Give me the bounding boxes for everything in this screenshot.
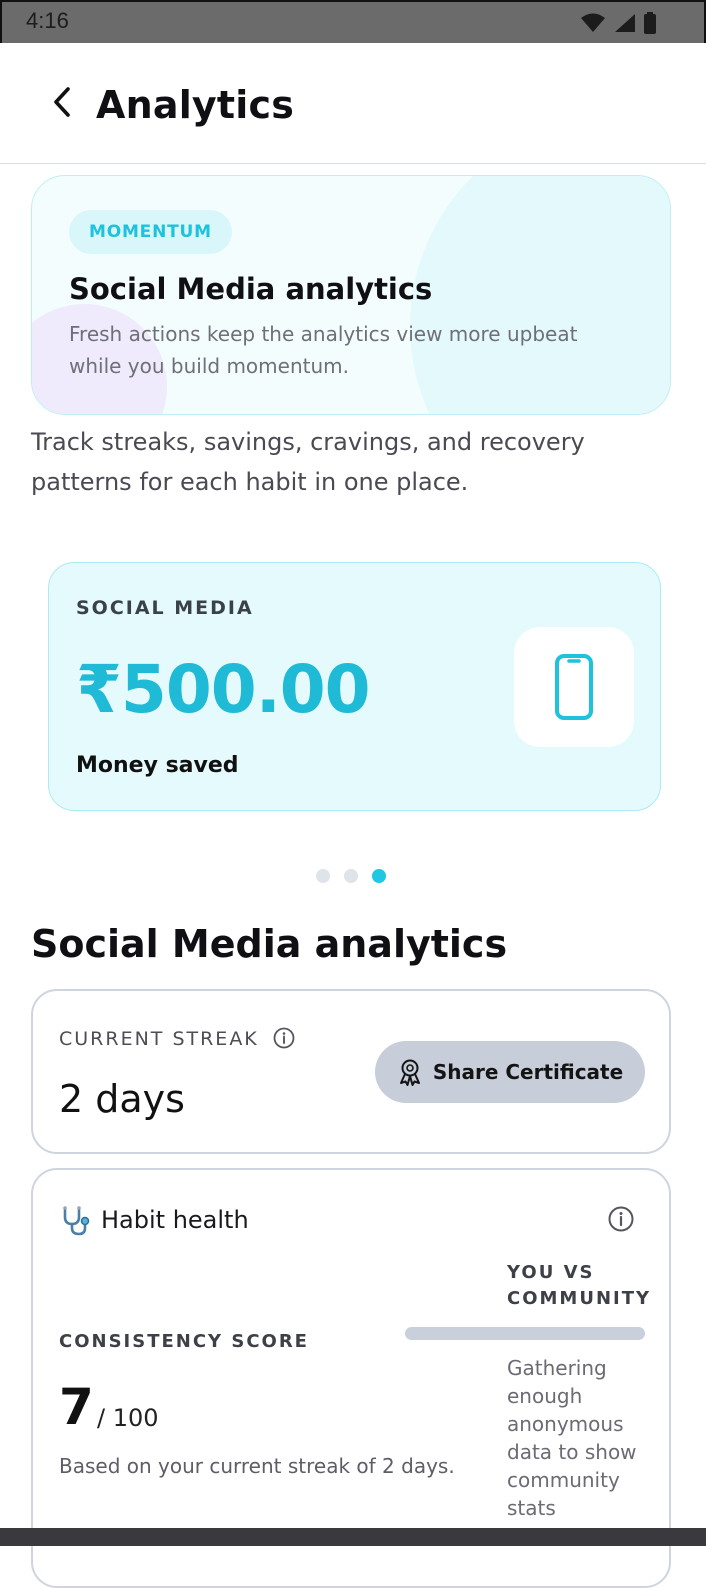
money-saved-card[interactable]: SOCIAL MEDIA ₹500.00 Money saved [48,562,661,811]
info-icon [273,1027,295,1049]
community-comparison-bar [405,1327,645,1340]
money-saved-caption: Money saved [76,753,239,778]
app-bar: Analytics [0,43,706,164]
stethoscope-icon [59,1204,93,1242]
carousel-dot-2[interactable] [344,869,358,883]
cell-signal-icon [615,14,635,32]
habit-icon-box [514,627,634,747]
momentum-hero-card: MOMENTUM Social Media analytics Fresh ac… [31,175,671,415]
money-saved-amount: ₹500.00 [76,651,371,728]
intro-text: Track streaks, savings, cravings, and re… [31,428,585,496]
back-button[interactable] [44,83,80,123]
consistency-score-max: / 100 [97,1404,159,1432]
current-streak-card: CURRENT STREAK 2 days Share Certificate [31,989,671,1154]
award-ribbon-icon [399,1059,420,1086]
hero-description: Fresh actions keep the analytics view mo… [69,322,578,378]
section-title: Social Media analytics [31,922,508,966]
streak-info-button[interactable] [273,1027,295,1053]
status-time: 4:16 [26,8,69,33]
share-certificate-button[interactable]: Share Certificate [375,1041,645,1103]
habit-health-card: Habit health YOU VS COMMUNITY Gathering … [31,1168,671,1588]
hero-title: Social Media analytics [69,272,433,306]
chevron-left-icon [54,87,70,117]
consistency-score-value: 7 [59,1378,94,1436]
wifi-icon [581,13,605,32]
you-vs-community-label: YOU VS COMMUNITY [507,1262,652,1309]
current-streak-label: CURRENT STREAK [59,1028,259,1050]
consistency-score-label: CONSISTENCY SCORE [59,1331,309,1352]
navigation-bar [0,1528,706,1546]
consistency-score-basis: Based on your current streak of 2 days. [59,1454,455,1478]
community-status-text: Gathering enough anonymous data to show … [507,1356,637,1520]
habit-label: SOCIAL MEDIA [76,597,254,619]
habit-health-info-button[interactable] [608,1206,634,1236]
carousel-dot-1[interactable] [316,869,330,883]
carousel-dot-3[interactable] [372,869,386,883]
battery-icon [644,12,656,34]
smartphone-icon [555,654,593,720]
status-bar: 4:16 [0,0,706,43]
page-title: Analytics [96,83,295,127]
current-streak-value: 2 days [59,1077,185,1121]
habit-health-title: Habit health [101,1206,249,1234]
share-certificate-label: Share Certificate [432,1060,624,1084]
carousel-indicator [316,869,386,883]
info-icon [608,1206,634,1232]
momentum-badge: MOMENTUM [69,210,232,254]
